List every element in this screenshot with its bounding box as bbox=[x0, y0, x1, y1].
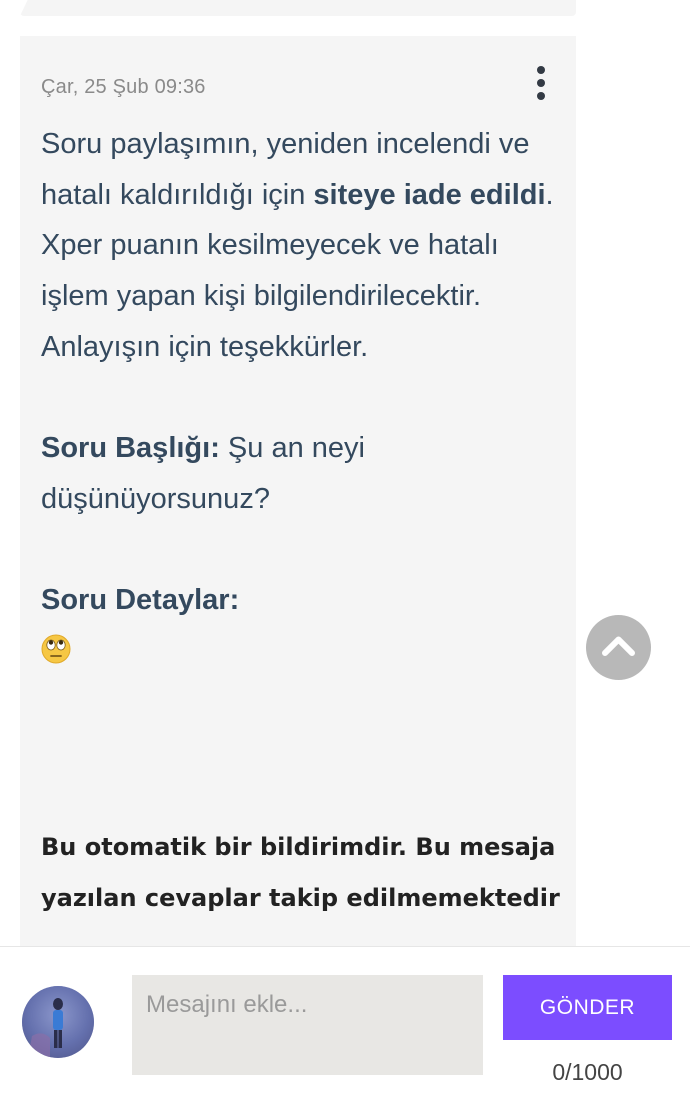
message-timestamp: Çar, 25 Şub 09:36 bbox=[41, 76, 206, 98]
question-details-label: Soru Detaylar: bbox=[41, 584, 240, 617]
rolling-eyes-emoji-icon bbox=[41, 634, 71, 664]
message-thread-page: Çar, 25 Şub 09:36 Soru paylaşımın, yenid… bbox=[0, 0, 690, 1112]
user-photo-icon bbox=[22, 986, 94, 1058]
more-options-icon[interactable] bbox=[528, 66, 554, 100]
question-details-line: Soru Detaylar: bbox=[41, 575, 566, 626]
avatar bbox=[22, 986, 94, 1058]
previous-message-bubble bbox=[20, 0, 576, 16]
message-composer: GÖNDER 0/1000 bbox=[0, 946, 690, 1112]
message-body: Soru paylaşımın, yeniden incelendi ve ha… bbox=[41, 119, 566, 677]
message-input[interactable] bbox=[132, 975, 483, 1075]
message-paragraph: Soru paylaşımın, yeniden incelendi ve ha… bbox=[41, 128, 554, 363]
automatic-notice: Bu otomatik bir bildirimdir. Bu mesaja y… bbox=[41, 833, 560, 912]
character-counter: 0/1000 bbox=[552, 1059, 623, 1085]
scroll-to-top-button[interactable] bbox=[586, 615, 651, 680]
send-button[interactable]: GÖNDER bbox=[503, 975, 672, 1040]
question-details-value bbox=[41, 626, 566, 677]
chevron-up-icon bbox=[602, 636, 635, 656]
message-highlight: siteye iade edildi bbox=[313, 178, 546, 211]
question-title-line: Soru Başlığı: Şu an neyi düşünüyorsunuz? bbox=[41, 423, 566, 524]
question-title-label: Soru Başlığı: bbox=[41, 432, 220, 465]
message-bubble: Çar, 25 Şub 09:36 Soru paylaşımın, yenid… bbox=[20, 36, 576, 966]
